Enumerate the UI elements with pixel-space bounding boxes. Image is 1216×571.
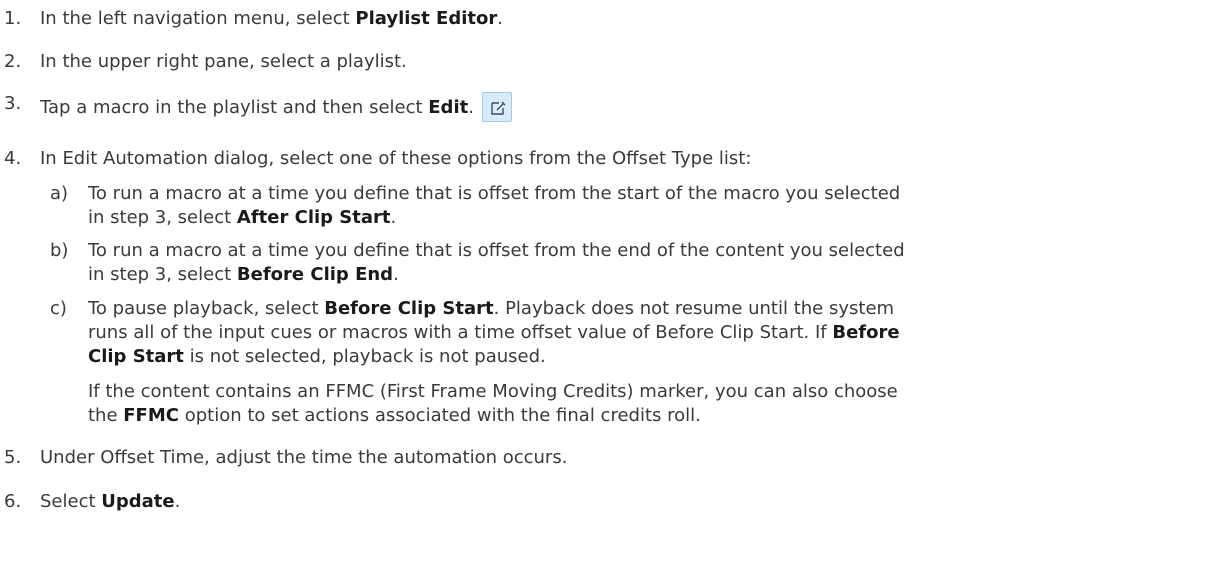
edit-icon bbox=[481, 92, 512, 122]
suboption-text: To run a macro at a time you define that… bbox=[88, 183, 901, 204]
ui-term-ffmc: FFMC bbox=[123, 405, 179, 426]
step-number: 4. bbox=[4, 148, 22, 169]
step-number: 5. bbox=[4, 447, 22, 468]
step-number: 6. bbox=[4, 491, 22, 512]
suboption-label: c) bbox=[50, 298, 67, 319]
step-text: In the left navigation menu, select bbox=[40, 8, 356, 29]
step-text: In the upper right pane, select a playli… bbox=[40, 51, 407, 72]
step-text: Under Offset Time, adjust the time the a… bbox=[40, 447, 568, 468]
ui-term-before-clip-end: Before Clip End bbox=[236, 264, 394, 285]
step-number: 3. bbox=[4, 93, 22, 114]
step-number: 2. bbox=[4, 51, 22, 72]
suboption-label: a) bbox=[50, 183, 69, 204]
note-text: If the content contains an FFMC (First F… bbox=[88, 381, 898, 402]
step-text: In Edit Automation dialog, select one of… bbox=[40, 148, 752, 169]
ui-term-edit: Edit bbox=[428, 97, 469, 118]
suboption-text: To run a macro at a time you define that… bbox=[88, 240, 905, 261]
step-number: 1. bbox=[4, 8, 22, 29]
step-text: Tap a macro in the playlist and then sel… bbox=[40, 97, 429, 118]
step-text: Select bbox=[40, 491, 102, 512]
ui-term-before-clip-start: Before Clip Start bbox=[324, 298, 494, 319]
suboption-label: b) bbox=[50, 240, 69, 261]
ui-term-after-clip-start: After Clip Start bbox=[236, 207, 391, 228]
ui-term-update: Update bbox=[101, 491, 175, 512]
ui-term-playlist-editor: Playlist Editor bbox=[355, 8, 498, 29]
